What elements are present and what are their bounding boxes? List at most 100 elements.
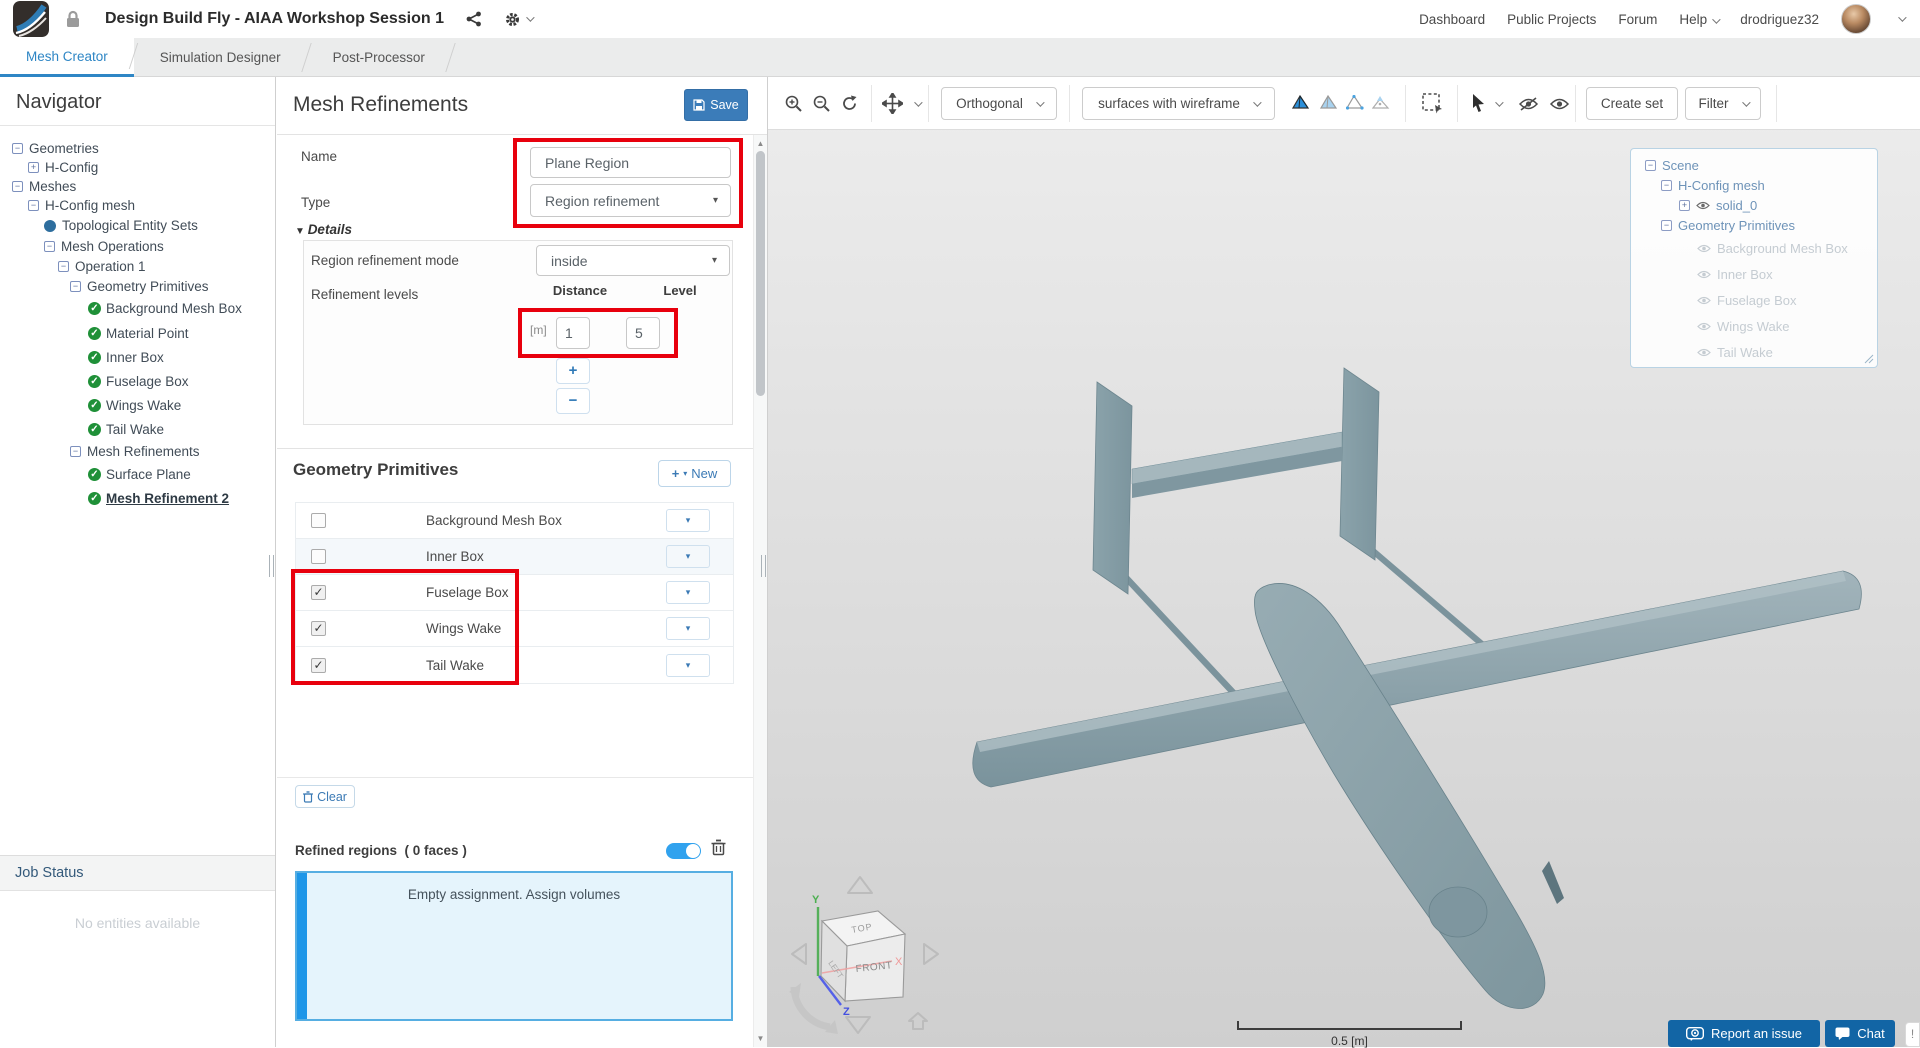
region-mode-dropdown[interactable]: inside ▾ <box>536 245 730 276</box>
scene-item-geometry-primitives[interactable]: − Geometry Primitives <box>1631 215 1877 235</box>
tree-item-geometry-primitives[interactable]: − Geometry Primitives <box>0 276 275 296</box>
tab-post-processor[interactable]: Post-Processor <box>307 38 451 77</box>
tree-item-wings-wake[interactable]: ✓ Wings Wake <box>0 393 275 417</box>
clear-button[interactable]: Clear <box>295 785 355 808</box>
hide-selection-icon[interactable] <box>1518 97 1539 111</box>
tree-item-tail-wake[interactable]: ✓ Tail Wake <box>0 417 275 441</box>
primitive-row-wings-wake[interactable]: ✓ Wings Wake ▾ <box>296 611 733 647</box>
chevron-down-icon[interactable] <box>1898 13 1907 22</box>
tree-item-operation-1[interactable]: − Operation 1 <box>0 257 275 276</box>
tree-item-geometries[interactable]: − Geometries <box>0 139 275 158</box>
projection-dropdown[interactable]: Orthogonal <box>941 87 1057 120</box>
scene-item-wings-wake[interactable]: Wings Wake <box>1631 313 1877 339</box>
tree-item-meshes[interactable]: − Meshes <box>0 177 275 196</box>
visibility-eye-icon[interactable] <box>1697 296 1711 305</box>
zoom-in-icon[interactable] <box>784 94 803 113</box>
avatar[interactable] <box>1841 4 1871 34</box>
expand-icon[interactable]: + <box>28 162 39 173</box>
row-dropdown[interactable]: ▾ <box>666 509 710 532</box>
details-toggle[interactable]: ▼ Details <box>295 222 352 237</box>
scroll-down-icon[interactable]: ▼ <box>754 1034 767 1043</box>
tab-simulation-designer[interactable]: Simulation Designer <box>134 38 307 77</box>
report-issue-button[interactable]: Report an issue <box>1668 1020 1820 1047</box>
mesh-quality-wireframe-icon[interactable] <box>1346 95 1364 111</box>
tree-item-topological-entity-sets[interactable]: Topological Entity Sets <box>0 215 275 236</box>
collapse-icon[interactable]: − <box>44 241 55 252</box>
checkbox-unchecked[interactable] <box>311 513 326 528</box>
cube-rotate-right-arrow[interactable] <box>923 943 939 965</box>
tree-item-mesh-operations[interactable]: − Mesh Operations <box>0 236 275 257</box>
share-icon[interactable] <box>466 11 482 27</box>
job-status-header[interactable]: Job Status <box>0 855 275 891</box>
row-dropdown[interactable]: ▾ <box>666 617 710 640</box>
navigation-cube[interactable]: X Y Z TOP LEFT FRONT <box>780 859 950 1039</box>
checkbox-checked[interactable]: ✓ <box>311 585 326 600</box>
select-cursor-icon[interactable] <box>1471 93 1486 113</box>
tree-item-mesh-refinement-2[interactable]: ✓ Mesh Refinement 2 <box>0 486 275 510</box>
mesh-quality-points-icon[interactable] <box>1372 95 1390 111</box>
reset-view-icon[interactable] <box>840 94 859 113</box>
tree-item-mesh-refinements[interactable]: − Mesh Refinements <box>0 441 275 462</box>
visibility-eye-icon[interactable] <box>1697 322 1711 331</box>
primitive-row-tail-wake[interactable]: ✓ Tail Wake ▾ <box>296 647 733 683</box>
resize-handle-icon[interactable] <box>1864 354 1874 364</box>
primitive-row-fuselage-box[interactable]: ✓ Fuselage Box ▾ <box>296 575 733 611</box>
tree-item-background-mesh-box[interactable]: ✓ Background Mesh Box <box>0 296 275 321</box>
scene-item-tail-wake[interactable]: Tail Wake <box>1631 339 1877 365</box>
scene-item-scene[interactable]: − Scene <box>1631 155 1877 175</box>
collapse-icon[interactable]: − <box>70 280 81 292</box>
scene-item-solid-0[interactable]: + solid_0 <box>1631 195 1877 215</box>
settings-gear-icon[interactable] <box>504 11 535 28</box>
filter-dropdown[interactable]: Filter <box>1685 87 1761 120</box>
aircraft-model[interactable] <box>972 367 1862 1009</box>
panel-scrollbar[interactable]: ▲ ▼ <box>753 135 767 1047</box>
collapse-icon[interactable]: − <box>12 143 23 154</box>
create-set-button[interactable]: Create set <box>1586 87 1678 120</box>
primitive-row-background-mesh-box[interactable]: Background Mesh Box ▾ <box>296 503 733 539</box>
row-dropdown[interactable]: ▾ <box>666 653 710 677</box>
nav-username[interactable]: drodriguez32 <box>1740 12 1819 27</box>
home-view-icon[interactable] <box>908 1012 928 1030</box>
visibility-eye-icon[interactable] <box>1696 201 1710 210</box>
cube-rotate-left-arrow[interactable] <box>791 943 807 965</box>
show-all-icon[interactable] <box>1549 97 1570 111</box>
chat-button[interactable]: Chat <box>1825 1020 1895 1047</box>
collapse-icon[interactable]: − <box>70 446 81 457</box>
cube-rotate-up-arrow[interactable] <box>847 876 873 894</box>
expand-icon[interactable]: + <box>1679 199 1690 211</box>
distance-input[interactable] <box>556 317 590 349</box>
collapse-icon[interactable]: − <box>28 200 39 211</box>
row-dropdown[interactable]: ▾ <box>666 545 710 568</box>
scene-item-h-config-mesh[interactable]: − H-Config mesh <box>1631 175 1877 195</box>
name-input[interactable] <box>530 147 731 178</box>
chevron-down-icon[interactable] <box>914 98 923 107</box>
nav-forum[interactable]: Forum <box>1618 12 1657 27</box>
notification-badge[interactable]: ! <box>1905 1022 1920 1047</box>
scroll-up-icon[interactable]: ▲ <box>754 139 767 148</box>
remove-level-button[interactable]: − <box>556 388 590 414</box>
checkbox-checked[interactable]: ✓ <box>311 657 326 673</box>
collapse-icon[interactable]: − <box>1645 159 1656 171</box>
scrollbar-thumb[interactable] <box>756 151 765 396</box>
tree-item-h-config[interactable]: + H-Config <box>0 158 275 177</box>
save-button[interactable]: Save <box>684 89 748 121</box>
primitive-row-inner-box[interactable]: Inner Box ▾ <box>296 539 733 575</box>
visibility-eye-icon[interactable] <box>1697 348 1711 357</box>
scene-item-fuselage-box[interactable]: Fuselage Box <box>1631 287 1877 313</box>
add-level-button[interactable]: + <box>556 358 590 384</box>
render-mode-dropdown[interactable]: surfaces with wireframe <box>1082 87 1275 120</box>
collapse-icon[interactable]: − <box>1661 219 1672 231</box>
scene-item-inner-box[interactable]: Inner Box <box>1631 261 1877 287</box>
tree-item-inner-box[interactable]: ✓ Inner Box <box>0 345 275 369</box>
tab-mesh-creator[interactable]: Mesh Creator <box>0 38 134 77</box>
visibility-eye-icon[interactable] <box>1697 244 1711 253</box>
nav-help[interactable]: Help <box>1679 12 1721 27</box>
assignment-toggle[interactable] <box>666 843 701 859</box>
row-dropdown[interactable]: ▾ <box>666 581 710 604</box>
box-select-icon[interactable] <box>1422 93 1444 115</box>
nav-public-projects[interactable]: Public Projects <box>1507 12 1596 27</box>
simscale-logo[interactable] <box>13 1 49 37</box>
mesh-quality-surface-icon[interactable] <box>1320 95 1338 111</box>
panel-resize-handle[interactable] <box>761 555 766 577</box>
collapse-icon[interactable]: − <box>1661 179 1672 191</box>
